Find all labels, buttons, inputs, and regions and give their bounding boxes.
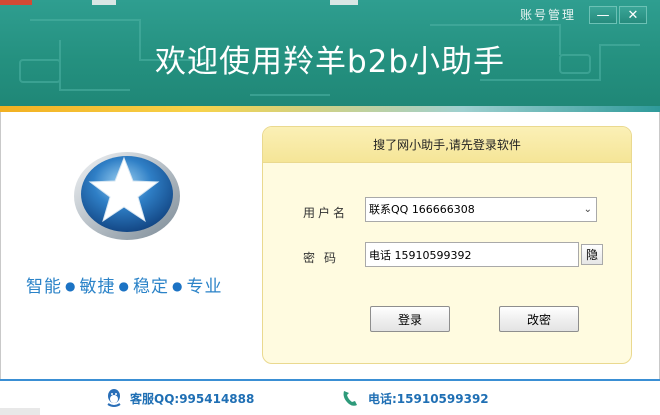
star-globe-icon	[74, 152, 180, 240]
slogan-word: 专业	[186, 277, 223, 297]
taskbar-edge	[330, 0, 358, 5]
taskbar-edge	[0, 408, 40, 415]
close-button[interactable]: ✕	[619, 6, 647, 24]
username-value: 联系QQ 166666308	[369, 203, 475, 216]
footer-phone-text: 电话:15910599392	[368, 391, 489, 406]
phone-handset-icon	[343, 391, 357, 406]
taskbar-edge	[0, 0, 32, 5]
slogan-dot: ●	[65, 279, 77, 293]
header-stripe	[0, 106, 660, 112]
header-banner: 欢迎使用羚羊b2b小助手 账号管理 — ✕	[0, 0, 660, 112]
slogan-dot: ●	[118, 279, 130, 293]
window-border	[0, 112, 1, 379]
close-icon: ✕	[627, 7, 639, 23]
footer-phone: 电话:15910599392	[340, 388, 489, 408]
username-select[interactable]: 联系QQ 166666308 ⌄	[365, 197, 597, 222]
login-heading: 搜了网小助手,请先登录软件	[263, 127, 631, 163]
slogan-word: 智能	[26, 277, 62, 297]
slogan-dot: ●	[171, 279, 184, 293]
account-management-link[interactable]: 账号管理	[520, 6, 576, 23]
taskbar-edge	[92, 0, 116, 5]
minimize-button[interactable]: —	[589, 6, 617, 24]
footer: 客服QQ:995414888 电话:15910599392	[0, 381, 660, 415]
slogan-word: 敏捷	[79, 277, 116, 297]
username-label: 用户名	[303, 206, 349, 220]
slogan: 智能 ● 敏捷 ● 稳定 ● 专业	[26, 272, 222, 297]
password-label: 密码	[303, 251, 346, 265]
password-field[interactable]	[365, 242, 579, 267]
footer-qq: 客服QQ:995414888	[104, 388, 254, 408]
minimize-icon: —	[596, 7, 610, 23]
footer-qq-text: 客服QQ:995414888	[130, 391, 255, 406]
app-title: 欢迎使用羚羊b2b小助手	[154, 44, 506, 80]
hide-password-button[interactable]: 隐	[581, 244, 603, 265]
chevron-down-icon[interactable]: ⌄	[584, 198, 592, 221]
login-button[interactable]: 登录	[370, 306, 450, 332]
change-password-button[interactable]: 改密	[499, 306, 579, 332]
qq-penguin-icon	[107, 389, 121, 407]
login-panel: 搜了网小助手,请先登录软件 用户名 联系QQ 166666308 ⌄ 密码 隐 …	[262, 126, 632, 364]
slogan-word: 稳定	[132, 277, 169, 297]
